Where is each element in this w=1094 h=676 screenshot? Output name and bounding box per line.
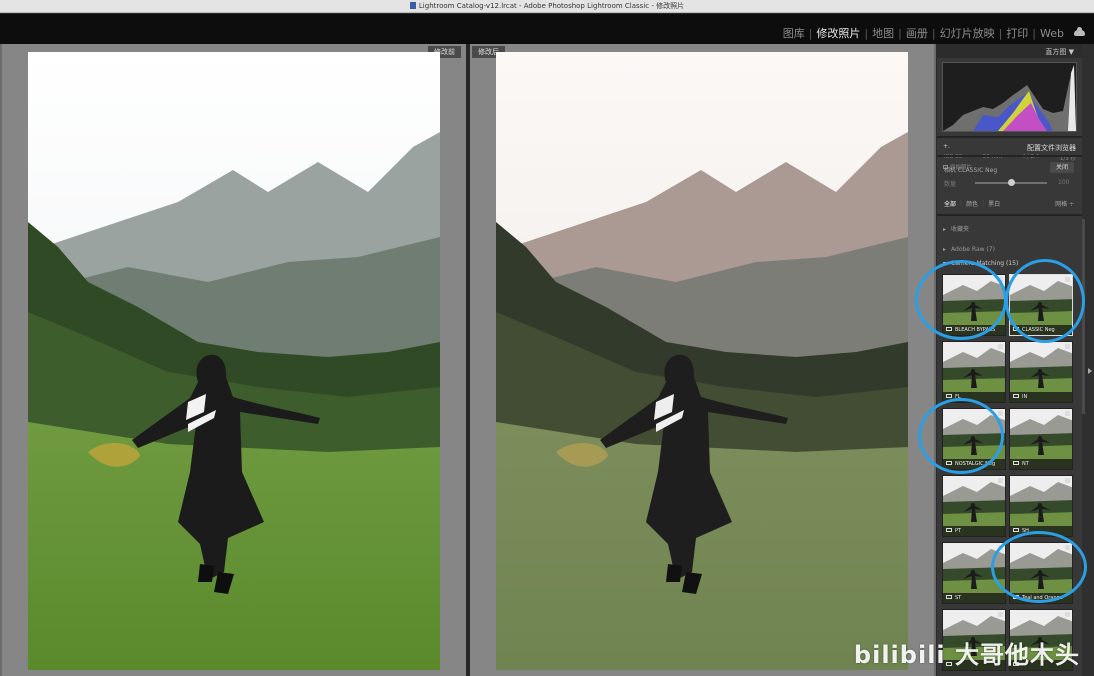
panel-divider	[937, 155, 1082, 157]
scrollbar-thumb[interactable]	[1082, 219, 1085, 414]
filter-all[interactable]: 全部	[944, 199, 956, 208]
module-nav: 图库 | 修改照片 | 地图 | 画册 | 幻灯片放映 | 打印 | Web	[779, 25, 1085, 41]
disclosure-right-icon: ▸	[943, 226, 947, 233]
module-book[interactable]: 画册	[902, 25, 932, 41]
group-favorites-label: 收藏夹	[951, 226, 970, 233]
annotation-circle	[915, 260, 1007, 340]
camera-icon	[1013, 528, 1019, 532]
expand-right-panel-icon[interactable]	[1088, 368, 1092, 374]
group-adobe-raw[interactable]: ▸ Adobe Raw (7)	[943, 246, 995, 253]
module-picker: 图库 | 修改照片 | 地图 | 画册 | 幻灯片放映 | 打印 | Web	[0, 14, 1094, 44]
favorite-star-icon[interactable]	[998, 344, 1003, 349]
group-favorites[interactable]: ▸ 收藏夹	[943, 224, 969, 233]
amount-slider-knob[interactable]	[1008, 179, 1015, 186]
close-profile-browser-button[interactable]: 关闭	[1050, 162, 1074, 173]
add-profile-button[interactable]: +.	[943, 143, 950, 150]
thumbnail-caption: PT	[943, 526, 1005, 536]
bilibili-watermark: bilibili 大哥他木头	[853, 641, 1080, 669]
histogram-title: 直方图 ▼	[1045, 48, 1074, 56]
filter-color[interactable]: 颜色	[966, 199, 978, 208]
profile-thumbnail[interactable]: FL	[942, 341, 1006, 403]
camera-icon	[1013, 394, 1019, 398]
favorite-star-icon[interactable]	[998, 411, 1003, 416]
annotation-circle	[991, 531, 1087, 603]
compare-view: 修改前 修改后	[0, 44, 936, 676]
panel-divider	[937, 214, 1082, 216]
catalog-file-icon	[409, 2, 416, 9]
profile-thumbnail[interactable]: PT	[942, 475, 1006, 537]
favorite-star-icon[interactable]	[1065, 612, 1070, 617]
before-image	[28, 52, 440, 670]
right-panel-scrollbar[interactable]	[1082, 44, 1094, 676]
amount-value: 100	[1058, 179, 1070, 186]
histogram[interactable]	[942, 62, 1077, 132]
annotation-circle	[918, 398, 1004, 474]
filter-bw[interactable]: 黑白	[988, 199, 1000, 208]
annotation-circle	[1005, 259, 1085, 343]
thumbnail-caption: NT	[1010, 459, 1072, 469]
before-pane: 修改前	[2, 44, 466, 676]
profile-browser-title: 配置文件浏览器	[1027, 144, 1076, 152]
histogram-header[interactable]: 直方图 ▼	[937, 44, 1082, 58]
profile-thumbnail[interactable]: SH	[1009, 475, 1073, 537]
amount-label: 数量	[944, 181, 957, 188]
filter-separator: |	[960, 200, 963, 207]
module-web[interactable]: Web	[1036, 27, 1068, 40]
thumbnail-label: IN	[1022, 394, 1028, 400]
after-image	[496, 52, 908, 670]
filter-separator: |	[982, 200, 985, 207]
module-map[interactable]: 地图	[868, 25, 898, 41]
profile-filters: 全部 | 颜色 | 黑白 网格 ÷	[944, 198, 1074, 209]
module-slideshow[interactable]: 幻灯片放映	[936, 25, 999, 41]
thumbnail-label: PT	[955, 528, 962, 534]
disclosure-right-icon: ▸	[943, 246, 947, 253]
favorite-star-icon[interactable]	[1065, 478, 1070, 483]
favorite-star-icon[interactable]	[1065, 344, 1070, 349]
thumbnail-label: ST	[955, 595, 962, 601]
window-title-wrap: Lightroom Catalog-v12.lrcat - Adobe Phot…	[0, 1, 1094, 11]
window-titlebar: Lightroom Catalog-v12.lrcat - Adobe Phot…	[0, 0, 1094, 13]
thumbnail-caption: IN	[1010, 392, 1072, 402]
histogram-graph	[943, 65, 1076, 131]
camera-icon	[1013, 461, 1019, 465]
view-mode-select[interactable]: 网格 ÷	[1055, 199, 1074, 208]
favorite-star-icon[interactable]	[998, 612, 1003, 617]
favorite-star-icon[interactable]	[998, 478, 1003, 483]
camera-icon	[946, 394, 952, 398]
profile-browser-header: +. 配置文件浏览器	[937, 140, 1082, 154]
group-adobe-raw-label: Adobe Raw (7)	[951, 246, 995, 253]
window-title: Lightroom Catalog-v12.lrcat - Adobe Phot…	[418, 2, 685, 10]
camera-icon	[946, 528, 952, 532]
before-photo[interactable]	[28, 52, 440, 670]
current-profile: 相机 CLASSIC Neg	[944, 167, 998, 174]
after-photo[interactable]	[496, 52, 908, 670]
profile-thumbnail[interactable]: IN	[1009, 341, 1073, 403]
module-develop[interactable]: 修改照片	[812, 25, 864, 41]
panel-divider	[937, 136, 1082, 138]
favorite-star-icon[interactable]	[1065, 411, 1070, 416]
thumbnail-label: NT	[1022, 461, 1029, 467]
camera-icon	[946, 595, 952, 599]
cloud-icon[interactable]	[1074, 27, 1085, 36]
profile-thumbnail[interactable]: NT	[1009, 408, 1073, 470]
module-print[interactable]: 打印	[1002, 25, 1032, 41]
module-library[interactable]: 图库	[779, 25, 809, 41]
thumbnail-caption: ST	[943, 593, 1005, 603]
after-pane: 修改后	[470, 44, 934, 676]
